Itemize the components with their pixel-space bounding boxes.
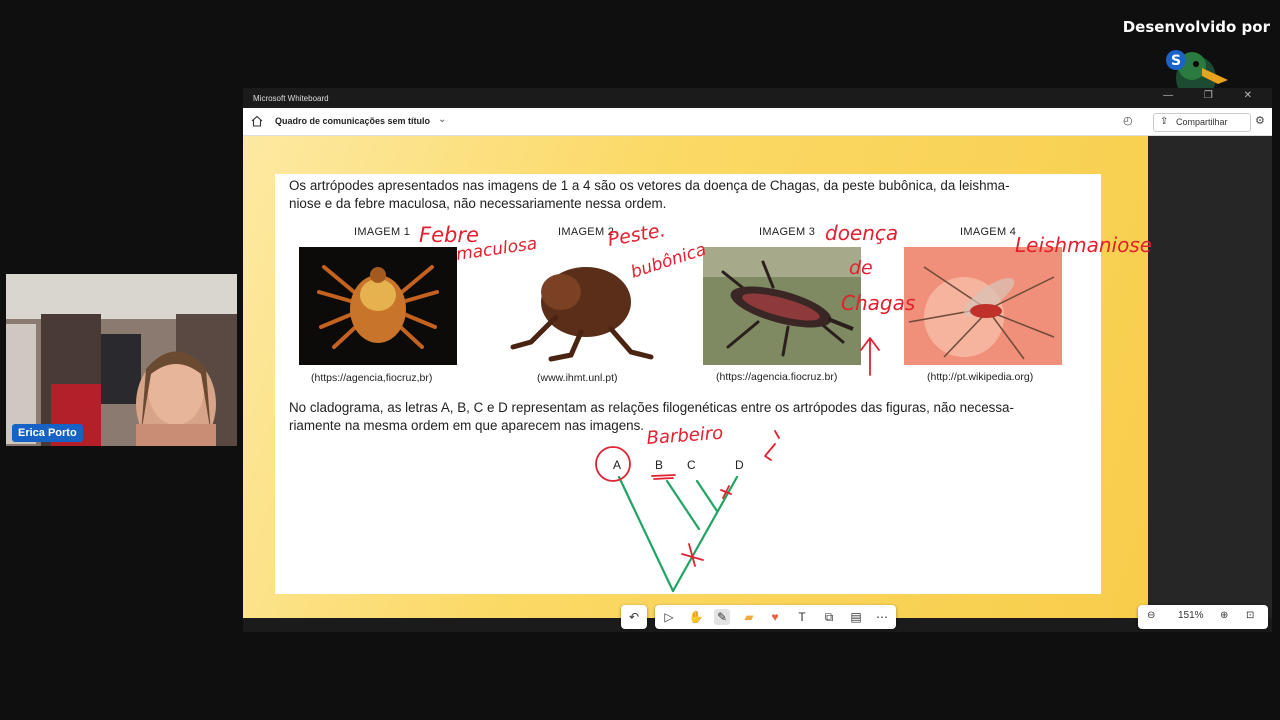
ink-circle-a [595,446,631,482]
svg-text:S: S [1171,53,1181,69]
presenter-webcam [6,274,237,446]
sticky-note-icon[interactable]: ▰ [741,609,757,625]
undo-button[interactable]: ↶ [621,605,647,629]
ink-layer: Febre maculosa Peste. bubônica doença de… [419,219,1152,567]
undo-icon: ↶ [628,610,640,624]
ink-check-mark [764,430,780,461]
ink-text-peste: Peste. [606,219,667,251]
text-tool-icon[interactable]: T [794,609,810,625]
ink-text-doenca: doença [825,221,898,245]
ink-text-leishmaniose: Leishmaniose [1015,233,1152,257]
insert-template-icon[interactable]: ▤ [848,609,864,625]
brand-label: Desenvolvido por [1122,18,1270,36]
zoom-in-icon[interactable]: ⊕ [1220,610,1228,621]
ink-text-de: de [849,257,873,279]
ink-mark-b [651,474,676,480]
tools-toolbar: ▷ ✋ ✎ ▰ ♥ T ⧉ ▤ ⋯ [655,605,896,629]
pen-tool-icon[interactable]: ✎ [714,609,730,625]
select-tool-icon[interactable]: ▷ [661,609,677,625]
reaction-heart-icon[interactable]: ♥ [767,609,783,625]
zoom-out-icon[interactable]: ⊖ [1147,610,1155,621]
shapes-tool-icon[interactable]: ⧉ [821,609,837,625]
fit-screen-icon[interactable]: ⊡ [1246,610,1254,621]
more-options-icon[interactable]: ⋯ [874,609,890,625]
ink-text-bubonica: bubônica [628,240,708,283]
hand-tool-icon[interactable]: ✋ [688,609,704,625]
presenter-name-tag: Erica Porto [12,424,83,442]
ink-text-chagas: Chagas [841,291,915,315]
zoom-control: ⊖ 151% ⊕ ⊡ [1138,605,1268,629]
whiteboard-window: Microsoft Whiteboard — ❐ ✕ Quadro de com… [243,88,1272,632]
zoom-level: 151% [1178,610,1204,621]
ink-arrow-up [860,337,880,376]
ink-text-barbeiro: Barbeiro [646,423,724,449]
ink-cross-node [681,543,704,567]
ink-mark-d [720,485,732,499]
